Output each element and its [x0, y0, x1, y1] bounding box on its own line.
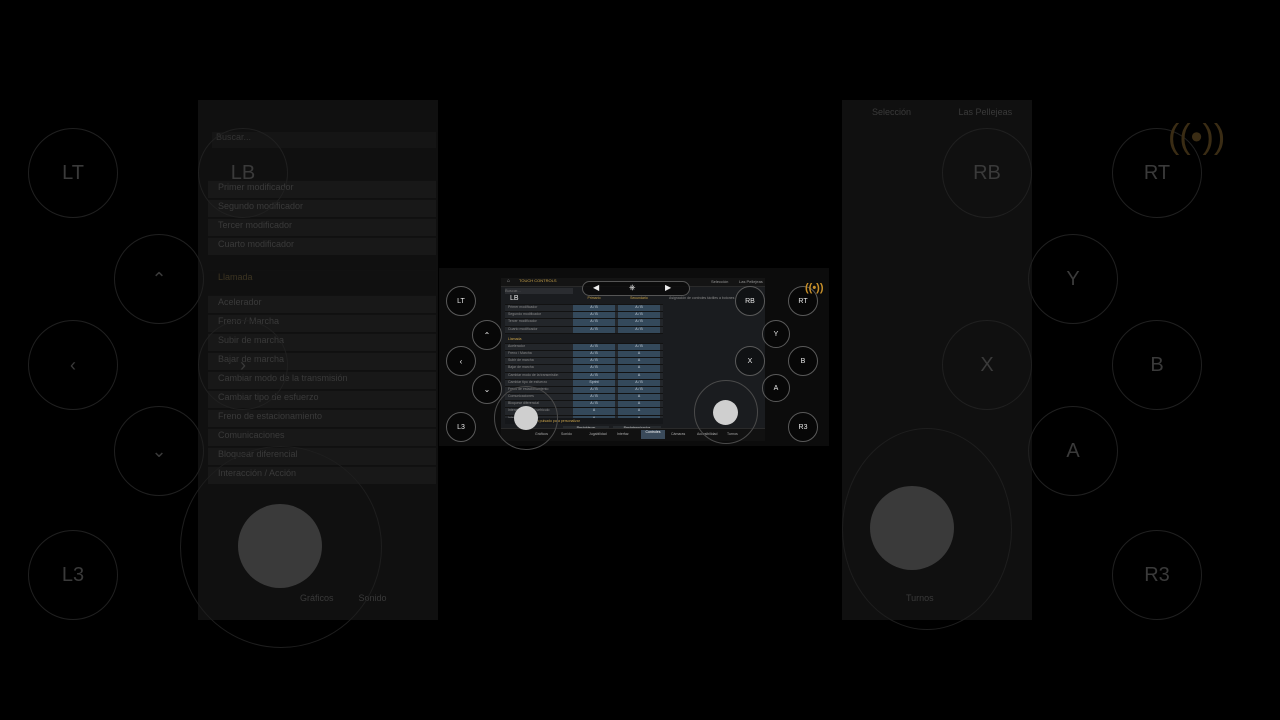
- list-item: Freno de estacionamiento: [208, 409, 436, 427]
- top-control-bar: ◀ ⎈ ▶: [582, 281, 690, 296]
- bg-lt-button: LT: [28, 128, 118, 218]
- tab-sonido[interactable]: Sonido: [561, 432, 572, 436]
- cast-icon[interactable]: ((•)): [805, 282, 824, 294]
- table-row[interactable]: Cuarto modificador A / BA / B: [505, 326, 663, 334]
- bg-left-stick-knob: [238, 504, 322, 588]
- bg-y-button: Y: [1028, 234, 1118, 324]
- tab-pellejeas[interactable]: Las Pellejeas: [739, 279, 763, 284]
- gamepad-icon[interactable]: ⎈: [629, 283, 635, 293]
- bg-b-button: B: [1112, 320, 1202, 410]
- table-row[interactable]: Tercer modificador A / BA / B: [505, 319, 663, 327]
- table-row[interactable]: Bajar de marcha A / BA: [505, 365, 663, 373]
- list-item: Tercer modificador: [208, 218, 436, 236]
- list-item: Comunicaciones: [208, 428, 436, 446]
- bg-cast-icon: ((•)): [1168, 118, 1226, 156]
- table-row[interactable]: Acelerador A / BA / B: [505, 343, 663, 351]
- tab-jugabilidad[interactable]: Jugabilidad: [589, 432, 607, 436]
- background-right-tabs: Selección Las Pellejeas: [872, 107, 1013, 117]
- l3-button[interactable]: L3: [446, 412, 476, 442]
- table-row[interactable]: Subir de marcha A / BA: [505, 358, 663, 366]
- lt-button[interactable]: LT: [446, 286, 476, 316]
- a-button[interactable]: A: [762, 374, 790, 402]
- dpad-left-button[interactable]: ‹: [446, 346, 476, 376]
- table-section: Llamada: [505, 334, 663, 344]
- table-row[interactable]: Freno / Marcha A / BA: [505, 350, 663, 359]
- table-row[interactable]: Segundo modificador A / BA / B: [505, 312, 663, 320]
- previous-icon[interactable]: ◀: [593, 283, 599, 292]
- dpad-up-button[interactable]: ⌃: [472, 320, 502, 350]
- lb-button[interactable]: LB: [510, 295, 519, 302]
- bg-x-button: X: [942, 320, 1032, 410]
- tab-camaras[interactable]: Cámaras: [671, 432, 685, 436]
- bg-right-stick-knob: [870, 486, 954, 570]
- dpad-down-button[interactable]: ⌄: [472, 374, 502, 404]
- list-item: Cuarto modificador: [208, 237, 436, 255]
- tab-controles[interactable]: Controles: [641, 430, 665, 439]
- bg-left-button: ‹: [28, 320, 118, 410]
- x-button[interactable]: X: [735, 346, 765, 376]
- next-icon[interactable]: ▶: [665, 283, 671, 292]
- bg-up-button: ⌃: [114, 234, 204, 324]
- breadcrumb: TOUCH CONTROLS: [519, 278, 557, 283]
- tab-interfaz[interactable]: Interfaz: [617, 432, 629, 436]
- left-stick-knob[interactable]: [514, 406, 538, 430]
- list-item: Acelerador: [208, 295, 436, 313]
- bg-l3-button: L3: [28, 530, 118, 620]
- bg-down-button: ⌄: [114, 406, 204, 496]
- tab-selection[interactable]: Selección: [711, 279, 728, 284]
- bg-lb-button: LB: [198, 128, 288, 218]
- list-item: Llamada: [208, 270, 436, 288]
- bg-r3-button: R3: [1112, 530, 1202, 620]
- bg-a-button: A: [1028, 406, 1118, 496]
- bg-right-button: ›: [198, 320, 288, 410]
- rb-button[interactable]: RB: [735, 286, 765, 316]
- right-stick-knob[interactable]: [713, 400, 738, 425]
- right-hint: Asignación de controles táctiles a boton…: [669, 296, 735, 300]
- table-header: Primario Secundario: [505, 296, 663, 305]
- home-icon[interactable]: ⌂: [507, 278, 510, 284]
- r3-button[interactable]: R3: [788, 412, 818, 442]
- search-input[interactable]: Buscar...: [505, 288, 573, 294]
- bg-rb-button: RB: [942, 128, 1032, 218]
- b-button[interactable]: B: [788, 346, 818, 376]
- y-button[interactable]: Y: [762, 320, 790, 348]
- table-row[interactable]: Cambiar modo de la transmisión A / BA: [505, 372, 663, 380]
- table-row[interactable]: Primer modificador A / BA / B: [505, 305, 663, 313]
